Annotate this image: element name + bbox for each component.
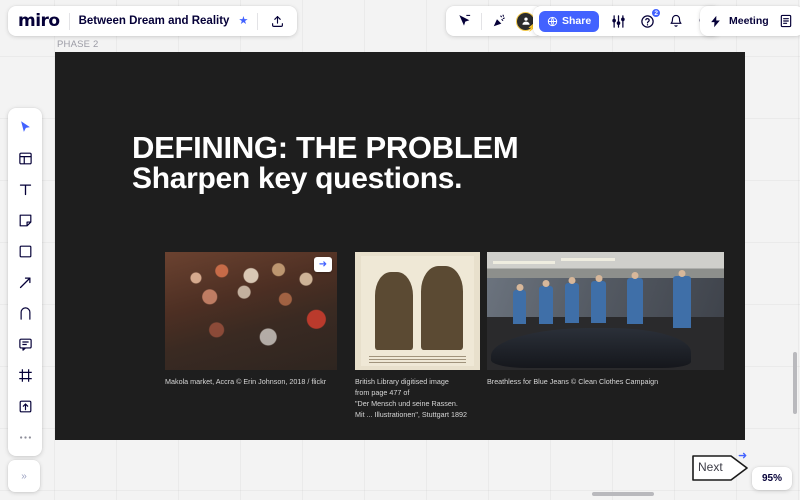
next-label: Next [698, 460, 723, 474]
cursor-tool[interactable] [13, 115, 37, 139]
engraving-photo[interactable] [355, 252, 480, 370]
upload-icon[interactable] [267, 11, 287, 31]
pen-tool[interactable] [13, 301, 37, 325]
globe-icon [547, 16, 558, 26]
miro-logo[interactable]: miro [18, 12, 60, 30]
presence-cursor-icon[interactable] [454, 11, 474, 31]
sliders-icon[interactable] [608, 11, 628, 31]
arrow-right-icon: ➜ [738, 450, 748, 462]
miro-board-app: PHASE 2 DEFINING: THE PROBLEM Sharpen ke… [0, 0, 800, 500]
engraving-caption-lines [369, 356, 466, 363]
horizontal-scrollbar[interactable] [592, 492, 654, 496]
factory-photo-caption: Breathless for Blue Jeans © Clean Clothe… [487, 377, 659, 386]
frame-label[interactable]: PHASE 2 [57, 39, 99, 50]
engraving-figure-right [421, 266, 463, 350]
ceiling-light [493, 261, 555, 264]
meeting-label[interactable]: Meeting [729, 15, 769, 27]
bolt-icon [708, 11, 722, 31]
collaboration-tools: ⚡ [446, 6, 543, 36]
comment-tool[interactable] [13, 332, 37, 356]
engraving-photo-caption: British Library digitised image from pag… [355, 377, 468, 420]
meeting-bar: Meeting [700, 6, 800, 36]
arrow-tool[interactable] [13, 270, 37, 294]
next-callout[interactable]: Next ➜ [692, 450, 748, 481]
shape-tool[interactable] [13, 239, 37, 263]
bell-icon[interactable] [666, 11, 686, 31]
market-photo-caption: Makola market, Accra © Erin Johnson, 201… [165, 377, 327, 386]
factory-worker [513, 290, 526, 324]
divider [481, 12, 482, 30]
board-title[interactable]: Between Dream and Reality [79, 15, 230, 27]
denim-pile [491, 328, 691, 368]
board-bar: miro Between Dream and Reality ★ [8, 6, 298, 36]
celebrate-icon[interactable] [489, 11, 509, 31]
upload-tool[interactable] [13, 394, 37, 418]
ceiling-light [561, 258, 615, 261]
slide-subtitle: Sharpen key questions. [132, 162, 463, 195]
frame-tool[interactable] [13, 363, 37, 387]
divider [68, 12, 70, 30]
more-tools[interactable] [13, 425, 37, 449]
vertical-scrollbar[interactable] [793, 352, 797, 414]
zoom-level[interactable]: 95% [751, 467, 792, 490]
help-icon[interactable]: 2 [637, 8, 662, 31]
chevron-double-right-icon[interactable]: » [8, 460, 40, 492]
arrow-right-icon[interactable]: ➜ [314, 257, 332, 272]
star-icon[interactable]: ★ [238, 15, 248, 27]
actions-bar: Share 2 [533, 6, 722, 36]
slide-title: DEFINING: THE PROBLEM [132, 130, 519, 165]
factory-worker [565, 283, 579, 323]
share-button[interactable]: Share [539, 10, 600, 32]
factory-worker [591, 281, 606, 323]
divider [257, 12, 259, 30]
templates-tool[interactable] [13, 146, 37, 170]
slide-frame[interactable]: DEFINING: THE PROBLEM Sharpen key questi… [55, 52, 745, 440]
share-button-label: Share [562, 15, 592, 27]
notes-icon[interactable] [776, 11, 796, 31]
factory-worker [627, 278, 643, 324]
sticky-note-tool[interactable] [13, 208, 37, 232]
help-badge: 2 [651, 8, 662, 18]
left-toolbar [8, 108, 42, 456]
engraving-figure-left [375, 272, 413, 350]
factory-worker [539, 286, 553, 324]
factory-photo[interactable] [487, 252, 724, 370]
market-photo[interactable]: ➜ [165, 252, 337, 370]
factory-worker [673, 276, 691, 328]
text-tool[interactable] [13, 177, 37, 201]
engraving-plate [361, 256, 474, 366]
